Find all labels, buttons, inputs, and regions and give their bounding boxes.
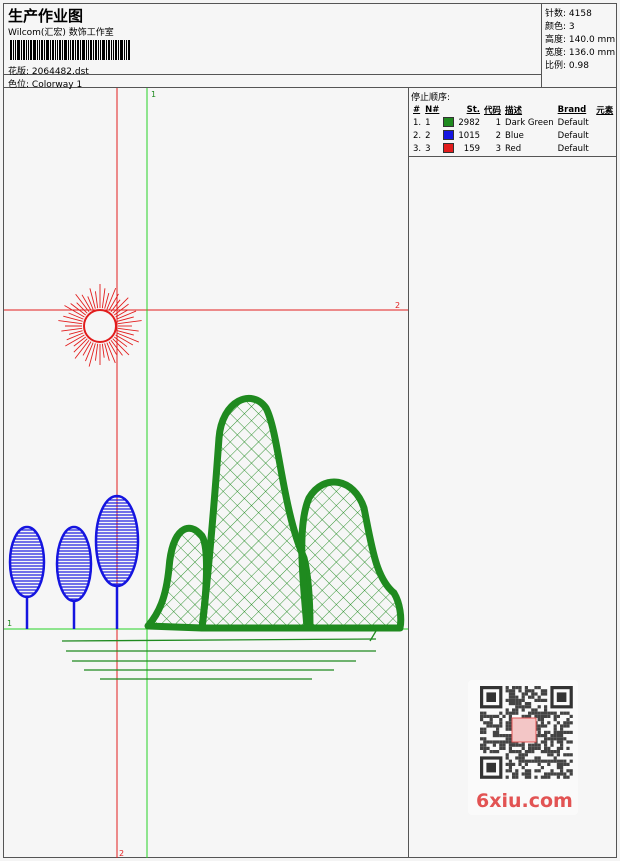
software-name: Wilcom(汇宏) 数饰工作室	[8, 28, 114, 38]
color-count-label: 颜色:	[545, 22, 567, 32]
guide-label-green-top: 1	[151, 90, 156, 99]
row-index: 1.	[413, 117, 422, 128]
col-header-description: 描述	[505, 105, 523, 116]
guide-label-red-bottom: 2	[119, 849, 124, 858]
row-element	[594, 116, 615, 129]
design-height: 高度: 140.0 mm	[545, 32, 615, 45]
stitch-count: 针数: 4158	[545, 6, 592, 19]
embroidery-preview: 1 2 1 2	[4, 88, 408, 858]
col-header-element: 元素	[596, 105, 614, 116]
ground-lines	[61, 630, 377, 680]
stop-sequence-table: # N# St. 代码 描述 Brand 元素 1. 1 2982 1 Dark…	[411, 103, 615, 155]
header-panel: 生产作业图 Wilcom(汇宏) 数饰工作室 花版: 2064482.dst 色…	[4, 4, 542, 90]
color-count: 颜色: 3	[545, 19, 575, 32]
row-needle: 1	[425, 117, 431, 128]
blue-tree-2	[55, 525, 93, 629]
row-brand: Default	[557, 143, 589, 154]
row-description: Dark Green	[505, 117, 554, 128]
stitch-count-value: 4158	[568, 9, 592, 19]
row-code: 1	[495, 117, 502, 128]
row-swatch-cell	[441, 129, 456, 142]
design-scale-value: 0.98	[568, 61, 589, 71]
row-code: 3	[495, 143, 502, 154]
col-header-index: #	[413, 104, 421, 115]
row-description: Blue	[505, 130, 524, 141]
row-index: 3.	[413, 143, 422, 154]
row-element	[594, 129, 615, 142]
table-header-row: # N# St. 代码 描述 Brand 元素	[411, 103, 615, 116]
row-stitches: 1015	[458, 130, 481, 141]
table-row: 2. 2 1015 2 Blue Default	[411, 129, 615, 142]
row-element	[594, 142, 615, 155]
design-height-label: 高度:	[545, 35, 567, 45]
design-file-name: 2064482.dst	[31, 67, 89, 77]
design-file-line: 花版: 2064482.dst	[8, 64, 89, 77]
barcode-icon	[10, 40, 144, 60]
guide-label-red-right: 2	[395, 301, 400, 310]
row-brand: Default	[557, 117, 589, 128]
row-description: Red	[505, 143, 522, 154]
col-header-swatch	[441, 103, 456, 116]
col-header-stitches: St.	[466, 104, 481, 115]
col-header-n: N#	[425, 104, 440, 115]
stop-sequence-divider	[409, 156, 617, 157]
design-canvas: 1 2 1 2	[4, 88, 409, 858]
row-brand: Default	[557, 130, 589, 141]
design-width-label: 宽度:	[545, 48, 567, 58]
row-swatch-cell	[441, 142, 456, 155]
row-stitches: 159	[463, 143, 481, 154]
row-swatch-cell	[441, 116, 456, 129]
row-index: 2.	[413, 130, 422, 141]
page-title: 生产作业图	[8, 7, 84, 25]
design-scale-label: 比例:	[545, 61, 567, 71]
design-scale: 比例: 0.98	[545, 58, 589, 71]
design-height-value: 140.0 mm	[568, 35, 616, 45]
design-width-value: 136.0 mm	[568, 48, 616, 58]
color-count-value: 3	[568, 22, 575, 32]
col-header-brand: Brand	[557, 104, 587, 115]
blue-tree-3	[94, 494, 140, 629]
row-needle: 3	[425, 143, 431, 154]
row-stitches: 2982	[458, 117, 481, 128]
stitch-count-label: 针数:	[545, 9, 567, 19]
color-swatch	[443, 130, 455, 141]
row-needle: 2	[425, 130, 431, 141]
guide-label-green-left: 1	[7, 619, 12, 628]
green-mountains	[144, 394, 405, 632]
table-row: 3. 3 159 3 Red Default	[411, 142, 615, 155]
color-swatch	[443, 143, 455, 154]
row-code: 2	[495, 130, 502, 141]
qr-code-icon	[480, 686, 573, 779]
col-header-code: 代码	[484, 105, 502, 116]
design-file-label: 花版:	[8, 67, 30, 77]
design-width: 宽度: 136.0 mm	[545, 45, 615, 58]
blue-tree-1	[8, 525, 46, 629]
sun-motif	[58, 284, 142, 367]
table-row: 1. 1 2982 1 Dark Green Default	[411, 116, 615, 129]
watermark-site-text: 6xiu.com	[476, 790, 573, 812]
color-swatch	[443, 117, 455, 128]
stats-panel: 针数: 4158 颜色: 3 高度: 140.0 mm 宽度: 136.0 mm…	[542, 4, 617, 88]
stop-sequence-title: 停止顺序:	[411, 93, 451, 103]
